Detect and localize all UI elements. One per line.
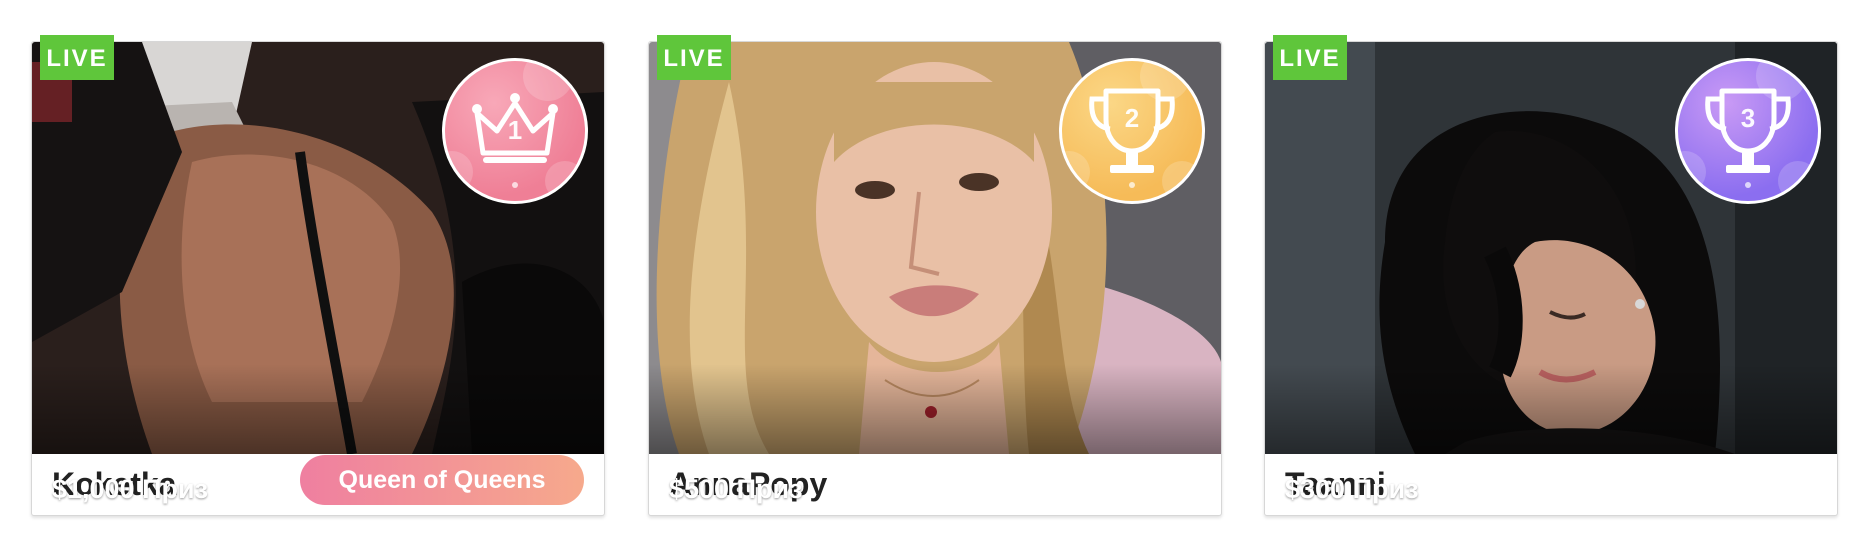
prize-label: $1,000 Приз xyxy=(52,474,209,504)
rank-number: 1 xyxy=(507,115,523,145)
rank-number: 2 xyxy=(1124,103,1140,133)
model-card-taanni[interactable]: LIVE 3 $300 Приз Taanni xyxy=(1264,35,1838,516)
prize-label: $500 Приз xyxy=(669,474,803,504)
rank-medal: 2 xyxy=(1059,58,1205,204)
queen-of-queens-tag: Queen of Queens xyxy=(300,455,584,505)
rank-number: 3 xyxy=(1740,103,1756,133)
live-badge: LIVE xyxy=(1273,35,1347,80)
model-cards-row: LIVE 1 $1,000 Приз Queen of Queens Koket… xyxy=(0,0,1870,544)
model-card-annapopy[interactable]: LIVE 2 $500 Приз AnnaPopy xyxy=(648,35,1222,516)
rank-medal: 1 xyxy=(442,58,588,204)
live-badge: LIVE xyxy=(40,35,114,80)
live-badge: LIVE xyxy=(657,35,731,80)
model-card-koketka[interactable]: LIVE 1 $1,000 Приз Queen of Queens Koket… xyxy=(31,35,605,516)
prize-label: $300 Приз xyxy=(1285,474,1419,504)
rank-medal: 3 xyxy=(1675,58,1821,204)
